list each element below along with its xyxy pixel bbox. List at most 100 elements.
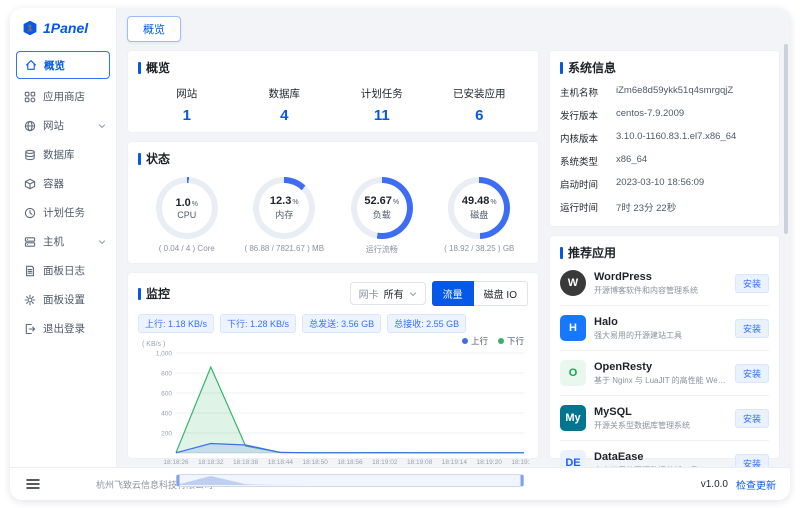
up-rate-badge: 上行: 1.18 KB/s	[138, 314, 214, 333]
svg-text:18:18:26: 18:18:26	[163, 459, 189, 466]
app-panel: 1 1Panel 概览 应用商店 网站	[10, 8, 790, 500]
server-icon	[24, 236, 36, 248]
logo: 1 1Panel	[10, 8, 116, 48]
svg-text:( KB/s ): ( KB/s )	[142, 341, 165, 348]
sidebar-item-appstore[interactable]: 应用商店	[10, 82, 116, 111]
sidebar-item-label: 数据库	[43, 147, 75, 162]
svg-text:18:19:26: 18:19:26	[511, 459, 530, 466]
sidebar-item-label: 主机	[43, 234, 64, 249]
legend-down[interactable]: 下行	[498, 335, 524, 347]
stat-cronjobs[interactable]: 计划任务 11	[333, 86, 431, 124]
memory-donut: 12.3% 内存	[253, 177, 315, 239]
overview-stats: 网站 1 数据库 4 计划任务 11	[138, 86, 528, 124]
sidebar-item-host[interactable]: 主机	[10, 227, 116, 256]
install-halo-button[interactable]: 安装	[735, 319, 769, 338]
traffic-stats: 上行: 1.18 KB/s 下行: 1.28 KB/s 总发送: 3.56 GB…	[138, 314, 528, 333]
svg-text:600: 600	[161, 390, 172, 397]
sidebar-item-panel-settings[interactable]: 面板设置	[10, 285, 116, 314]
chart-zoom-slider[interactable]	[176, 474, 528, 492]
title-accent-bar	[138, 153, 141, 165]
load-gauge: 52.67% 负载 运行流畅	[333, 177, 431, 255]
nic-select[interactable]: 网卡 所有	[350, 282, 426, 305]
cpu-gauge: 1.0% CPU ( 0.04 / 4 ) Core	[138, 177, 236, 255]
sidebar-item-container[interactable]: 容器	[10, 169, 116, 198]
chevron-down-icon	[98, 122, 106, 130]
svg-text:18:18:50: 18:18:50	[303, 459, 329, 466]
disk-io-button[interactable]: 磁盘 IO	[474, 281, 528, 306]
legend-down-dot	[498, 338, 504, 344]
monitor-card: 监控 网卡 所有 流量 磁盘 IO	[127, 272, 539, 459]
sidebar-item-label: 面板日志	[43, 263, 85, 278]
legend-up-dot	[462, 338, 468, 344]
clock-icon	[24, 207, 36, 219]
monitor-title: 监控	[146, 285, 170, 302]
recommended-title: 推荐应用	[568, 244, 616, 261]
app-row-openresty: O OpenResty基于 Nginx 与 LuaJIT 的高性能 Web 平台…	[560, 351, 769, 396]
system-info-rows: 主机名称iZm6e8d59ykk51q4smrgqjZ 发行版本centos-7…	[560, 80, 769, 218]
sidebar-menu: 概览 应用商店 网站 数据库 容器	[10, 48, 116, 467]
total-sent-badge: 总发送: 3.56 GB	[302, 314, 381, 333]
svg-text:18:19:02: 18:19:02	[372, 459, 398, 466]
sidebar: 1 1Panel 概览 应用商店 网站	[10, 8, 117, 467]
app-row-wordpress: W WordPress开源博客软件和内容管理系统 安装	[560, 261, 769, 306]
traffic-button[interactable]: 流量	[432, 281, 474, 306]
sysinfo-boot-time: 启动时间2023-03-10 18:56:09	[560, 172, 769, 195]
sidebar-item-panel-logs[interactable]: 面板日志	[10, 256, 116, 285]
load-donut: 52.67% 负载	[351, 177, 413, 239]
sidebar-item-label: 容器	[43, 176, 64, 191]
mysql-icon: My	[560, 405, 586, 431]
sidebar-item-website[interactable]: 网站	[10, 111, 116, 140]
system-info-title: 系统信息	[568, 59, 616, 76]
memory-gauge: 12.3% 内存 ( 86.88 / 7821.67 ) MB	[236, 177, 334, 255]
stat-databases[interactable]: 数据库 4	[236, 86, 334, 124]
stat-installed-apps[interactable]: 已安装应用 6	[431, 86, 529, 124]
collapse-sidebar-button[interactable]	[26, 478, 40, 490]
halo-icon: H	[560, 315, 586, 341]
svg-text:1,000: 1,000	[156, 350, 173, 357]
tab-overview[interactable]: 概览	[127, 16, 181, 42]
svg-text:200: 200	[161, 430, 172, 437]
sidebar-item-database[interactable]: 数据库	[10, 140, 116, 169]
stat-websites[interactable]: 网站 1	[138, 86, 236, 124]
chart-legend[interactable]: 上行 下行	[462, 335, 524, 347]
recommended-apps-card: 推荐应用 W WordPress开源博客软件和内容管理系统 安装 H Halo强…	[549, 235, 780, 459]
vertical-scrollbar[interactable]	[784, 44, 788, 234]
svg-text:1: 1	[28, 23, 33, 33]
logout-icon	[24, 323, 36, 335]
install-openresty-button[interactable]: 安装	[735, 364, 769, 383]
openresty-icon: O	[560, 360, 586, 386]
legend-up[interactable]: 上行	[462, 335, 488, 347]
sysinfo-arch: 系统类型x86_64	[560, 149, 769, 172]
sidebar-item-label: 计划任务	[43, 205, 85, 220]
chevron-down-icon	[98, 238, 106, 246]
sysinfo-distro: 发行版本centos-7.9.2009	[560, 103, 769, 126]
globe-icon	[24, 120, 36, 132]
title-accent-bar	[560, 62, 563, 74]
sidebar-item-overview[interactable]: 概览	[16, 51, 110, 79]
database-icon	[24, 149, 36, 161]
check-update-link[interactable]: 检查更新	[736, 477, 776, 492]
install-wordpress-button[interactable]: 安装	[735, 274, 769, 293]
overview-card: 概览 网站 1 数据库 4 计划任务	[127, 50, 539, 133]
disk-gauge: 49.48% 磁盘 ( 18.92 / 38.25 ) GB	[431, 177, 529, 255]
sidebar-item-logout[interactable]: 退出登录	[10, 314, 116, 343]
wordpress-icon: W	[560, 270, 586, 296]
main-content: 概览 概览 网站 1 数据库 4	[117, 8, 790, 467]
svg-text:18:18:44: 18:18:44	[268, 459, 294, 466]
status-gauges: 1.0% CPU ( 0.04 / 4 ) Core 12.3%	[138, 177, 528, 255]
install-mysql-button[interactable]: 安装	[735, 409, 769, 428]
container-cube-icon	[24, 178, 36, 190]
system-info-card: 系统信息 主机名称iZm6e8d59ykk51q4smrgqjZ 发行版本cen…	[549, 50, 780, 227]
chevron-down-icon	[409, 290, 417, 298]
home-icon	[25, 59, 37, 71]
brand-name: 1Panel	[43, 20, 88, 36]
status-card: 状态 1.0% CPU ( 0.04 / 4 ) Core	[127, 141, 539, 264]
svg-text:18:19:08: 18:19:08	[407, 459, 433, 466]
sidebar-item-cronjob[interactable]: 计划任务	[10, 198, 116, 227]
svg-text:18:19:14: 18:19:14	[442, 459, 468, 466]
down-rate-badge: 下行: 1.28 KB/s	[220, 314, 296, 333]
status-title: 状态	[146, 150, 170, 167]
title-accent-bar	[138, 288, 141, 300]
gear-icon	[24, 294, 36, 306]
overview-title: 概览	[146, 59, 170, 76]
